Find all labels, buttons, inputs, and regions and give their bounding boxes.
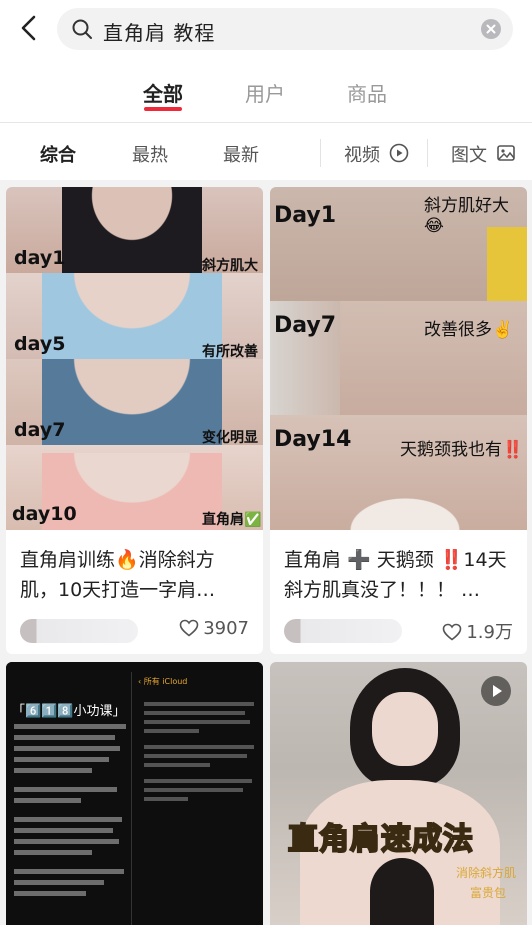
cover-title: 直角肩速成法 (287, 821, 474, 858)
tab-products[interactable]: 商品 (347, 78, 387, 107)
result-tabs: 全部 用户 商品 (0, 58, 532, 122)
day-label: day10 (12, 503, 77, 525)
day-label: Day14 (274, 427, 352, 452)
caption: 有所改善 (202, 344, 258, 360)
like-count[interactable]: 3907 (179, 618, 249, 639)
day-label: day1 (14, 247, 66, 269)
search-icon (71, 18, 93, 40)
caption: 改善很多✌️ (424, 320, 514, 340)
caption: 天鹅颈我也有‼️ (400, 440, 524, 460)
video-play-icon[interactable] (481, 676, 511, 706)
card-cover-image: 「6️⃣1️⃣8️⃣小功课」 ‹ 所有 iCloud (6, 662, 263, 925)
top-bar: 直角肩 教程 (0, 0, 532, 58)
day-label: Day7 (274, 313, 337, 338)
tab-users[interactable]: 用户 (245, 78, 285, 107)
note-card[interactable]: Day1 斜方肌好大😂 Day7 改善很多✌️ Day14 天鹅颈我也有‼️ 直… (270, 187, 527, 654)
card-title: 直角肩 ➕ 天鹅颈 ‼️14天斜方肌真没了！！！ … (284, 549, 507, 601)
caption: 斜方肌好大😂 (424, 196, 509, 236)
divider (427, 139, 428, 167)
author-avatar[interactable] (20, 619, 138, 643)
play-circle-icon (389, 143, 409, 163)
clear-icon[interactable] (481, 19, 501, 39)
filter-comprehensive[interactable]: 综合 (40, 141, 76, 167)
caption: 斜方肌大 (202, 258, 258, 274)
cover-subtitle: 富贵包 (470, 886, 507, 900)
divider (320, 139, 321, 167)
caption: 变化明显 (202, 430, 258, 446)
note-card[interactable]: 直角肩速成法 消除斜方肌 富贵包 (270, 662, 527, 925)
tab-all[interactable]: 全部 (143, 78, 183, 107)
note-card[interactable]: 「6️⃣1️⃣8️⃣小功课」 ‹ 所有 iCloud (6, 662, 263, 925)
image-icon (496, 143, 516, 163)
filter-image-text[interactable]: 图文 (451, 141, 487, 167)
card-cover-image: Day1 斜方肌好大😂 Day7 改善很多✌️ Day14 天鹅颈我也有‼️ (270, 187, 527, 530)
card-cover-image: day1 斜方肌大 day5 有所改善 day7 变化明显 day10 直角肩✅ (6, 187, 263, 530)
search-query: 直角肩 教程 (103, 21, 216, 45)
cover-subtitle: 消除斜方肌 (456, 866, 517, 880)
search-input[interactable]: 直角肩 教程 (57, 8, 513, 50)
card-cover-image: 直角肩速成法 消除斜方肌 富贵包 (270, 662, 527, 925)
filter-hottest[interactable]: 最热 (132, 141, 168, 167)
like-count[interactable]: 1.9万 (442, 618, 513, 644)
filter-newest[interactable]: 最新 (223, 141, 259, 167)
heart-icon (179, 619, 199, 637)
active-tab-indicator (144, 107, 182, 111)
day-label: day5 (14, 333, 66, 355)
note-card[interactable]: day1 斜方肌大 day5 有所改善 day7 变化明显 day10 直角肩✅… (6, 187, 263, 654)
filter-video[interactable]: 视频 (344, 141, 380, 167)
day-label: Day1 (274, 203, 337, 228)
cover-header: 「6️⃣1️⃣8️⃣小功课」 (12, 704, 126, 719)
author-avatar[interactable] (284, 619, 402, 643)
back-icon[interactable] (14, 12, 46, 44)
caption: 直角肩✅ (202, 512, 262, 528)
day-label: day7 (14, 419, 66, 441)
card-title: 直角肩训练🔥消除斜方肌，10天打造一字肩… (20, 549, 216, 601)
cover-subheader: ‹ 所有 iCloud (138, 677, 188, 686)
filter-bar: 综合 最热 最新 视频 图文 (0, 122, 532, 180)
heart-icon (443, 623, 462, 641)
